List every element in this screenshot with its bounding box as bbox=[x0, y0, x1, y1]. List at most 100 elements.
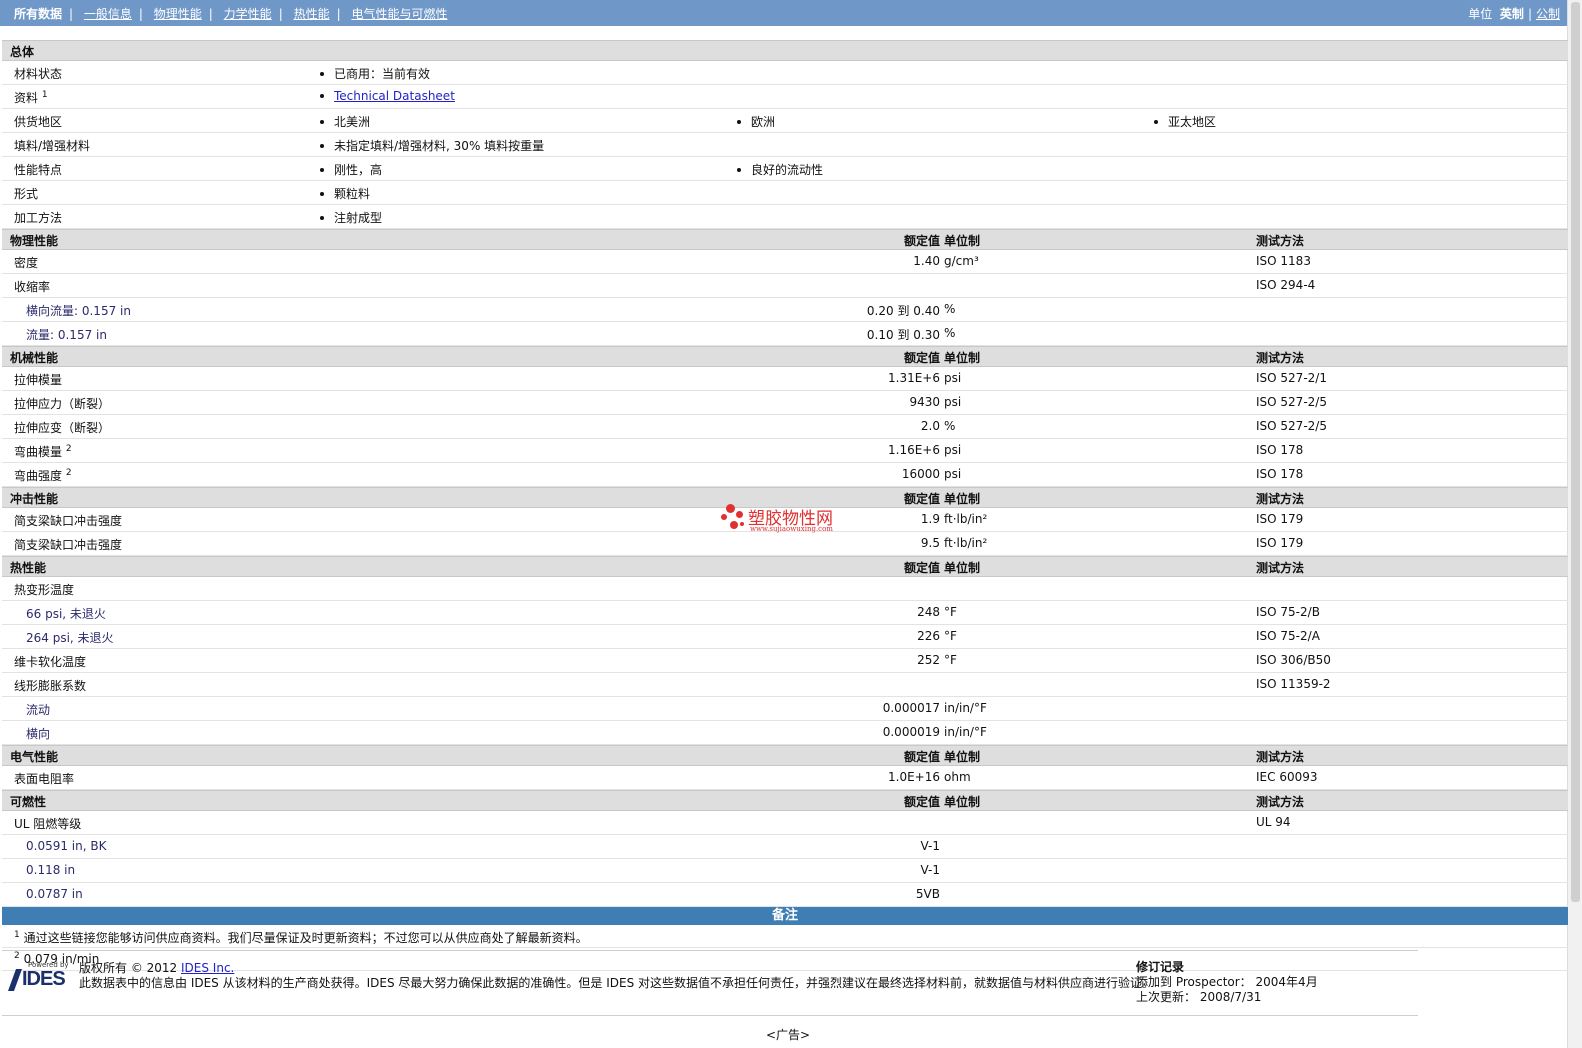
nominal-value: 0.000017 bbox=[882, 701, 940, 715]
nav-all-data[interactable]: 所有数据 bbox=[14, 5, 62, 22]
nominal-value: 1.9 bbox=[920, 512, 940, 526]
nav-separator: | bbox=[278, 7, 283, 21]
test-method: IEC 60093 bbox=[1256, 770, 1318, 784]
bullet-icon bbox=[320, 191, 324, 196]
nominal-value: 0.20 到 0.40 bbox=[866, 304, 940, 318]
nominal-value: V-1 bbox=[920, 839, 940, 853]
added-value: 2004年4月 bbox=[1255, 975, 1318, 989]
condition-label: 横向 bbox=[26, 727, 51, 741]
ides-logo[interactable]: Powered by IDES bbox=[8, 961, 72, 993]
unit-metric[interactable]: 公制 bbox=[1536, 7, 1560, 21]
nav-thermal[interactable]: 热性能 bbox=[294, 7, 330, 21]
table-row: 0.118 in V-1 bbox=[2, 859, 1568, 883]
unit-imperial[interactable]: 英制 bbox=[1500, 5, 1524, 22]
property-value: 北美洲 bbox=[320, 113, 370, 130]
section-nav: 所有数据 | 一般信息 | 物理性能 | 力学性能 | 热性能 | 电气性能与可燃性 bbox=[14, 5, 447, 22]
footnote-ref: 1 bbox=[41, 90, 48, 100]
ides-slash-icon bbox=[8, 969, 22, 991]
unit-value: psi bbox=[944, 467, 962, 481]
footnote-ref: 2 bbox=[65, 444, 72, 454]
unit-value: in/in/°F bbox=[944, 725, 987, 739]
table-row: 拉伸模量 1.31E+6 psi ISO 527-2/1 bbox=[2, 367, 1568, 391]
scrollbar-thumb[interactable] bbox=[1571, 2, 1580, 902]
technical-datasheet-link[interactable]: Technical Datasheet bbox=[334, 89, 455, 103]
test-method: ISO 179 bbox=[1256, 536, 1304, 550]
property-label: UL 阻燃等级 bbox=[14, 817, 82, 831]
units-label: 单位 bbox=[1468, 7, 1493, 21]
table-row: 简支梁缺口冲击强度 1.9 ft·lb/in² ISO 179 bbox=[2, 508, 1568, 532]
property-value: 亚太地区 bbox=[1154, 113, 1216, 130]
condition-label: 264 psi, 未退火 bbox=[26, 631, 114, 645]
table-row: 弯曲模量 2 1.16E+6 psi ISO 178 bbox=[2, 439, 1568, 463]
nav-electrical-flammability[interactable]: 电气性能与可燃性 bbox=[351, 7, 447, 21]
header-unit: 单位制 bbox=[944, 561, 981, 575]
nav-physical[interactable]: 物理性能 bbox=[154, 7, 202, 21]
nav-general-info[interactable]: 一般信息 bbox=[84, 7, 132, 21]
vertical-scrollbar[interactable] bbox=[1567, 0, 1582, 1048]
condition-label: 流动 bbox=[26, 703, 51, 717]
section-impact: 冲击性能 额定值 单位制 测试方法 bbox=[2, 487, 1568, 508]
notes-header: 备注 bbox=[2, 907, 1568, 925]
nominal-value: 0.10 到 0.30 bbox=[866, 328, 940, 342]
test-method: ISO 11359-2 bbox=[1256, 677, 1331, 691]
header-unit: 单位制 bbox=[944, 795, 981, 809]
table-row: 加工方法 注射成型 bbox=[2, 205, 1568, 229]
property-label: 供货地区 bbox=[14, 115, 63, 129]
revision-history: 修订记录 添加到 Prospector： 2004年4月 上次更新： 2008/… bbox=[1136, 960, 1318, 1005]
property-label: 收缩率 bbox=[14, 280, 51, 294]
condition-label: 0.118 in bbox=[26, 863, 76, 877]
footnote-text: 1 通过这些链接您能够访问供应商资料。我们尽量保证及时更新资料；不过您可以从供应… bbox=[14, 930, 588, 946]
header-method: 测试方法 bbox=[1256, 561, 1305, 575]
property-label: 资料 1 bbox=[14, 90, 48, 106]
header-nominal: 额定值 bbox=[903, 561, 940, 575]
table-row: 收缩率 ISO 294-4 bbox=[2, 274, 1568, 298]
table-row: 线形膨胀系数 ISO 11359-2 bbox=[2, 673, 1568, 697]
footnote: 1 通过这些链接您能够访问供应商资料。我们尽量保证及时更新资料；不过您可以从供应… bbox=[2, 925, 1568, 948]
property-value: 注射成型 bbox=[320, 209, 382, 226]
unit-switcher: 单位 英制 | 公制 bbox=[1468, 5, 1560, 22]
header-method: 测试方法 bbox=[1256, 351, 1305, 365]
disclaimer-text: 此数据表中的信息由 IDES 从该材料的生产商处获得。IDES 尽最大努力确保此… bbox=[79, 976, 1155, 990]
page: 所有数据 | 一般信息 | 物理性能 | 力学性能 | 热性能 | 电气性能与可燃性 单位… bbox=[0, 0, 1582, 1048]
property-value: Technical Datasheet bbox=[320, 89, 455, 103]
property-label: 拉伸应变（断裂） bbox=[14, 421, 111, 435]
nominal-value: 1.16E+6 bbox=[888, 443, 940, 457]
property-value: 已商用：当前有效 bbox=[320, 65, 430, 82]
property-label: 形式 bbox=[14, 187, 39, 201]
property-label: 性能特点 bbox=[14, 163, 63, 177]
table-row: 材料状态 已商用：当前有效 bbox=[2, 61, 1568, 85]
table-row: 弯曲强度 2 16000 psi ISO 178 bbox=[2, 463, 1568, 487]
property-value: 刚性，高 bbox=[320, 161, 382, 178]
nav-separator: | bbox=[336, 7, 341, 21]
footnote-ref: 2 bbox=[65, 468, 72, 478]
table-row: 横向流量: 0.157 in 0.20 到 0.40 % bbox=[2, 298, 1568, 322]
section-title: 电气性能 bbox=[10, 750, 59, 764]
header-unit: 单位制 bbox=[944, 351, 981, 365]
test-method: ISO 527-2/5 bbox=[1256, 419, 1327, 433]
section-title: 冲击性能 bbox=[10, 492, 59, 506]
property-label: 热变形温度 bbox=[14, 583, 75, 597]
nav-separator: | bbox=[138, 7, 143, 21]
bullet-icon bbox=[320, 93, 324, 98]
unit-value: ft·lb/in² bbox=[944, 536, 988, 550]
nominal-value: 248 bbox=[917, 605, 940, 619]
section-thermal: 热性能 额定值 单位制 测试方法 bbox=[2, 556, 1568, 577]
test-method: ISO 75-2/B bbox=[1256, 605, 1320, 619]
bullet-icon bbox=[320, 119, 324, 124]
table-row: 填料/增强材料 未指定填料/增强材料, 30% 填料按重量 bbox=[2, 133, 1568, 157]
property-value: 未指定填料/增强材料, 30% 填料按重量 bbox=[320, 137, 544, 154]
ides-link[interactable]: IDES Inc. bbox=[181, 961, 234, 975]
property-label: 线形膨胀系数 bbox=[14, 679, 87, 693]
test-method: ISO 179 bbox=[1256, 512, 1304, 526]
test-method: ISO 294-4 bbox=[1256, 278, 1316, 292]
property-label: 弯曲强度 2 bbox=[14, 468, 72, 484]
property-label: 维卡软化温度 bbox=[14, 655, 87, 669]
bullet-icon bbox=[737, 167, 741, 172]
table-row: 性能特点 刚性，高 良好的流动性 bbox=[2, 157, 1568, 181]
nav-mechanical[interactable]: 力学性能 bbox=[224, 7, 272, 21]
updated-label: 上次更新： bbox=[1136, 990, 1197, 1004]
header-method: 测试方法 bbox=[1256, 234, 1305, 248]
bullet-icon bbox=[320, 167, 324, 172]
unit-value: ohm bbox=[944, 770, 971, 784]
property-label: 材料状态 bbox=[14, 67, 63, 81]
